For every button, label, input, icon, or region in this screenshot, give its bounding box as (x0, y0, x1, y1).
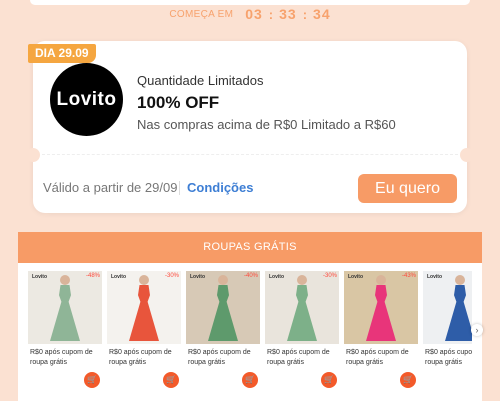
product-image[interactable]: Lovito -48% (28, 271, 102, 344)
free-clothes-header: ROUPAS GRÁTIS (18, 232, 482, 263)
model-head (297, 275, 307, 285)
discount-badge: -40% (243, 273, 258, 279)
model-head (376, 275, 386, 285)
product-caption: R$0 após cupom de roupa grátis (30, 349, 93, 366)
claim-coupon-button[interactable]: Eu quero (358, 174, 457, 203)
cart-icon[interactable]: 🛒 (163, 372, 179, 388)
product-image[interactable]: Lovito (423, 271, 472, 344)
model-head (139, 275, 149, 285)
countdown: COMEÇA EM 03 : 33 : 34 (0, 6, 500, 22)
valid-from-text: Válido a partir de 29/09 (43, 180, 178, 195)
countdown-separator: : (302, 6, 308, 22)
coupon-tear-line (42, 154, 458, 156)
product-card[interactable]: Lovito -48% R$0 após cupom de roupa grátis… (28, 271, 102, 391)
product-card[interactable]: Lovito -43% R$0 após cupom de roupa grátis… (344, 271, 418, 391)
countdown-seconds: 34 (313, 6, 331, 22)
product-card[interactable]: Lovito -30% R$0 após cupom de roupa grátis… (107, 271, 181, 391)
product-brand: Lovito (111, 274, 126, 280)
countdown-separator: : (268, 6, 274, 22)
product-image[interactable]: Lovito -30% (265, 271, 339, 344)
product-caption: R$0 após cupom de roupa grátis (267, 349, 330, 366)
coupon-notch-right (460, 148, 474, 162)
chevron-right-icon[interactable]: › (471, 324, 483, 336)
product-brand: Lovito (269, 274, 284, 280)
conditions-link[interactable]: Condições (187, 180, 253, 195)
lovito-logo: Lovito (50, 63, 123, 136)
product-caption: R$0 após cupom de roupa grátis (425, 349, 472, 366)
cart-icon[interactable]: 🛒 (242, 372, 258, 388)
product-image[interactable]: Lovito -40% (186, 271, 260, 344)
product-brand: Lovito (348, 274, 363, 280)
product-card[interactable]: Lovito -30% R$0 após cupom de roupa grátis… (265, 271, 339, 391)
cart-icon[interactable]: 🛒 (321, 372, 337, 388)
model-head (455, 275, 465, 285)
previous-card-edge (30, 0, 470, 5)
coupon-notch-left (26, 148, 40, 162)
discount-badge: -48% (85, 273, 100, 279)
countdown-label: COMEÇA EM (169, 8, 234, 20)
product-image[interactable]: Lovito -43% (344, 271, 418, 344)
countdown-hours: 03 (245, 6, 263, 22)
discount-badge: -30% (322, 273, 337, 279)
day-badge: DIA 29.09 (28, 44, 96, 63)
product-card[interactable]: LovitoR$0 após cupom de roupa grátis🛒 (423, 271, 472, 391)
product-caption: R$0 após cupom de roupa grátis (188, 349, 251, 366)
product-brand: Lovito (32, 274, 47, 280)
discount-badge: -30% (164, 273, 179, 279)
product-caption: R$0 após cupom de roupa grátis (346, 349, 409, 366)
product-card[interactable]: Lovito -40% R$0 após cupom de roupa grátis… (186, 271, 260, 391)
countdown-minutes: 33 (279, 6, 297, 22)
product-image[interactable]: Lovito -30% (107, 271, 181, 344)
discount-value: 100% OFF (137, 93, 220, 112)
model-head (60, 275, 70, 285)
cart-icon[interactable]: 🛒 (84, 372, 100, 388)
product-carousel[interactable]: Lovito -48% R$0 após cupom de roupa grátis… (28, 271, 472, 396)
model-head (218, 275, 228, 285)
quantity-text: Quantidade Limitados (137, 73, 264, 88)
product-brand: Lovito (427, 274, 442, 280)
coupon-condition: Nas compras acima de R$0 Limitado a R$60 (137, 117, 396, 132)
coupon-divider (179, 181, 180, 195)
product-brand: Lovito (190, 274, 205, 280)
discount-badge: -43% (401, 273, 416, 279)
product-caption: R$0 após cupom de roupa grátis (109, 349, 172, 366)
cart-icon[interactable]: 🛒 (400, 372, 416, 388)
